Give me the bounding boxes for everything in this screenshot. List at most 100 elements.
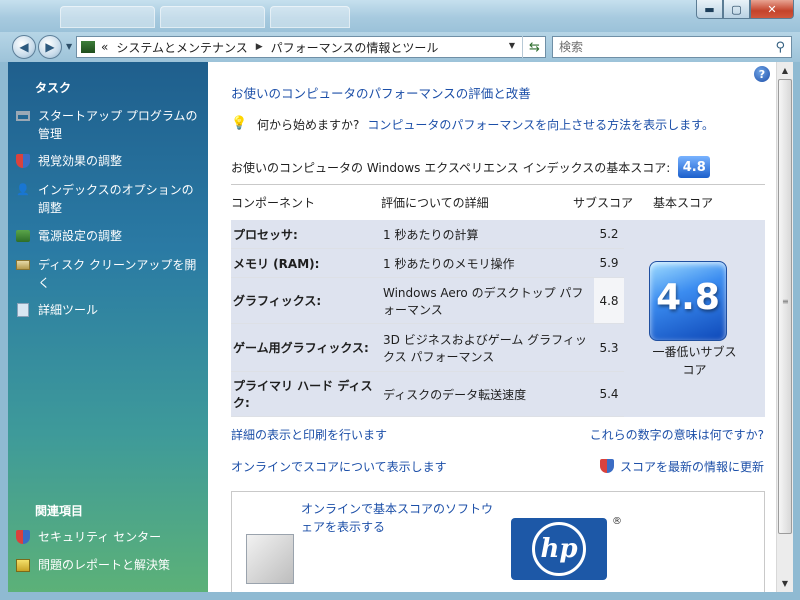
window-border [793,62,800,600]
view-print-details-link[interactable]: 詳細の表示と印刷を行います [231,426,387,443]
base-score-mini-badge: 4.8 [678,156,711,178]
sidebar-item-disk-cleanup[interactable]: ディスク クリーンアップを開く [14,256,204,292]
address-bar[interactable]: « システムとメンテナンス ▶ パフォーマンスの情報とツール ▼ [76,36,546,58]
sidebar-item-label: 問題のレポートと解決策 [38,558,171,572]
breadcrumb-performance[interactable]: パフォーマンスの情報とツール [271,39,439,56]
software-box-icon [246,534,294,584]
minimize-icon: ▬ [704,2,715,16]
sidebar-item-visual-effects[interactable]: 視覚効果の調整 [14,152,204,170]
sidebar-item-label: インデックスのオプションの調整 [38,183,194,215]
subscore-value-lowest: 4.8 [594,278,624,323]
tasks-heading: タスク [35,81,72,95]
back-arrow-icon: ◀ [19,40,29,54]
header-base-score: 基本スコア [653,195,714,210]
advanced-tools-icon [14,302,32,318]
sidebar-item-security-center[interactable]: セキュリティ センター [14,528,204,546]
sidebar-item-label: 電源設定の調整 [38,229,123,243]
lightbulb-icon: 💡 [231,116,248,131]
scroll-up-icon[interactable]: ▲ [777,62,793,79]
component-name: メモリ (RAM): [231,249,381,277]
subscore-value: 5.3 [594,324,624,371]
refresh-button[interactable]: ⇆ [522,36,546,58]
base-score-column: 4.8 一番低いサブスコア [624,220,765,417]
base-score-text: お使いのコンピュータの Windows エクスペリエンス インデックスの基本スコ… [231,160,671,175]
component-name: グラフィックス: [231,278,381,323]
subscore-value: 5.9 [594,249,624,277]
refresh-icon: ⇆ [529,39,540,55]
software-promo-panel: オンラインで基本スコアのソフトウェアを表示する hp ® [231,491,765,592]
address-dropdown-icon[interactable]: ▼ [509,41,515,50]
control-panel-icon [81,41,95,53]
related-heading: 関連項目 [35,504,84,518]
header-subscore: サブスコア [573,195,634,210]
sidebar-item-power-settings[interactable]: 電源設定の調整 [14,227,204,245]
shield-icon [14,153,32,169]
header-component: コンポーネント [231,195,316,210]
sidebar-item-label: 詳細ツール [38,303,99,317]
recent-pages-dropdown[interactable]: ▼ [66,42,72,51]
base-score-badge: 4.8 [649,261,727,341]
back-button[interactable]: ◀ [12,35,36,59]
task-pane: タスク スタートアップ プログラムの管理 視覚効果の調整 👤 インデックスのオプ… [8,62,208,592]
maximize-button[interactable]: ▢ [723,0,750,19]
score-table: コンポーネント 評価についての詳細 サブスコア 基本スコア プロセッサ: 1 秒… [231,184,765,417]
improve-performance-link[interactable]: コンピュータのパフォーマンスを向上させる方法を表示します。 [367,116,714,133]
sidebar-item-label: スタートアップ プログラムの管理 [38,109,198,141]
sidebar-item-label: 視覚効果の調整 [38,154,123,168]
startup-programs-icon [14,108,32,124]
shield-icon [14,529,32,545]
header-details: 評価についての詳細 [381,195,489,210]
subscore-value: 5.4 [594,372,624,416]
registered-mark: ® [612,516,622,527]
refresh-score-link[interactable]: スコアを最新の情報に更新 [599,458,764,475]
sidebar-item-problem-reports[interactable]: 問題のレポートと解決策 [14,556,204,574]
sidebar-item-indexing-options[interactable]: 👤 インデックスのオプションの調整 [14,181,204,217]
scroll-down-icon[interactable]: ▼ [777,575,793,592]
sidebar-item-label: ディスク クリーンアップを開く [38,258,197,290]
shield-icon [599,459,614,473]
refresh-score-label: スコアを最新の情報に更新 [619,460,764,474]
component-details: ディスクのデータ転送速度 [381,372,594,416]
subscore-value: 5.2 [594,220,624,248]
index-options-icon: 👤 [16,183,30,196]
close-button[interactable]: ✕ [750,0,794,19]
window-title-bar[interactable]: ▬ ▢ ✕ [0,0,800,32]
online-score-link[interactable]: オンラインでスコアについて表示します [231,458,447,475]
component-details: 1 秒あたりのメモリ操作 [381,249,594,277]
component-name: ゲーム用グラフィックス: [231,324,381,371]
blurred-title-segment [270,6,350,28]
blurred-title-segment [160,6,265,28]
search-icon[interactable]: ⚲ [775,38,785,58]
base-score-line: お使いのコンピュータの Windows エクスペリエンス インデックスの基本スコ… [231,156,711,178]
main-content: ? お使いのコンピュータのパフォーマンスの評価と改善 💡 何から始めますか? コ… [208,62,776,592]
minimize-button[interactable]: ▬ [696,0,723,19]
breadcrumb-root[interactable]: « [101,40,108,54]
search-placeholder: 検索 [559,40,584,54]
navigation-bar: ◀ ▶ ▼ « システムとメンテナンス ▶ パフォーマンスの情報とツール ▼ ⇆… [0,32,800,62]
component-details: 3D ビジネスおよびゲーム グラフィックス パフォーマンス [381,324,594,371]
forward-arrow-icon: ▶ [45,40,55,54]
hp-logo: hp [511,518,607,580]
base-score-value: 4.8 [656,277,720,318]
component-details: Windows Aero のデスクトップ パフォーマンス [381,278,594,323]
sidebar-item-label: セキュリティ センター [38,530,162,544]
sidebar-item-advanced-tools[interactable]: 詳細ツール [14,301,204,319]
page-title: お使いのコンピュータのパフォーマンスの評価と改善 [231,86,531,101]
tip-line: 💡 何から始めますか? コンピュータのパフォーマンスを向上させる方法を表示します… [231,116,714,133]
grip-icon: ≡ [782,297,789,306]
sidebar-item-startup-programs[interactable]: スタートアップ プログラムの管理 [14,107,204,143]
close-icon: ✕ [767,2,777,16]
hp-logo-text: hp [532,522,586,576]
problem-reports-icon [14,557,32,573]
breadcrumb-separator-icon[interactable]: ▶ [256,42,263,52]
vertical-scrollbar[interactable]: ▲ ≡ ▼ [776,62,793,592]
what-numbers-mean-link[interactable]: これらの数字の意味は何ですか? [590,426,764,443]
help-icon[interactable]: ? [754,66,770,82]
breadcrumb-system-maintenance[interactable]: システムとメンテナンス [116,39,247,56]
forward-button[interactable]: ▶ [38,35,62,59]
search-input[interactable]: 検索 ⚲ [552,36,792,58]
component-name: プロセッサ: [231,220,381,248]
lowest-subscore-caption: 一番低いサブスコア [652,345,737,377]
scrollbar-thumb[interactable]: ≡ [778,79,792,534]
view-software-link[interactable]: オンラインで基本スコアのソフトウェアを表示する [301,500,501,536]
